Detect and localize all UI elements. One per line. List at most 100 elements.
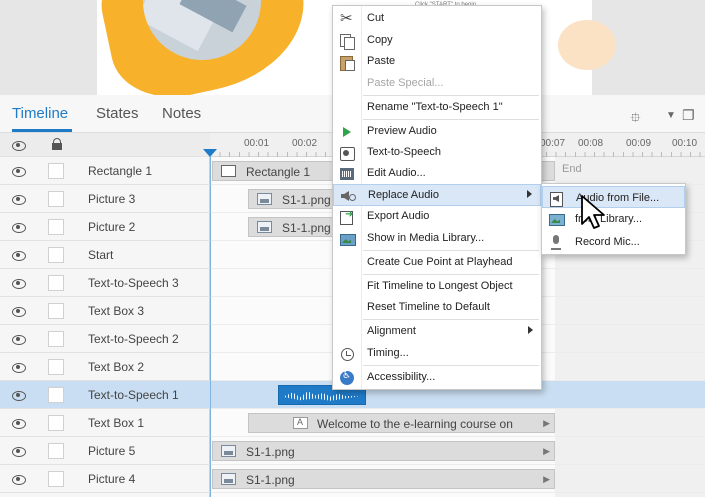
stage-decorative-blob: [558, 20, 616, 70]
align-icon[interactable]: ⯐: [630, 107, 641, 131]
menu-separator: [363, 365, 539, 366]
menu-item-create-cue-point[interactable]: Create Cue Point at Playhead: [333, 252, 541, 274]
bar-label: S1-1.png: [282, 193, 331, 207]
menu-item-text-to-speech[interactable]: Text-to-Speech: [333, 142, 541, 164]
clipboard-icon: [339, 54, 355, 71]
layer-row[interactable]: Text-to-Speech 2: [0, 325, 210, 353]
speaker-icon: [340, 188, 356, 204]
bar-label: S1-1.png: [246, 445, 295, 459]
lock-checkbox[interactable]: [48, 331, 64, 347]
layer-row[interactable]: Picture 2: [0, 213, 210, 241]
lock-checkbox[interactable]: [48, 219, 64, 235]
timeline-row: Welcome to the e-learning course on ▶: [210, 409, 705, 437]
eye-icon[interactable]: [12, 361, 26, 373]
chevron-right-icon: ▶: [543, 446, 550, 456]
layer-row[interactable]: Picture 3: [0, 185, 210, 213]
layer-name: Picture 4: [88, 472, 136, 486]
layer-row[interactable]: Text Box 2: [0, 353, 210, 381]
menu-item-accessibility[interactable]: Accessibility...: [333, 367, 541, 389]
lock-checkbox[interactable]: [48, 163, 64, 179]
chevron-down-icon[interactable]: ▼: [666, 110, 676, 121]
eye-icon[interactable]: [12, 333, 26, 345]
playhead-handle[interactable]: [203, 149, 217, 157]
menu-separator: [363, 95, 539, 96]
tab-states[interactable]: States: [96, 105, 139, 122]
chevron-right-icon: ▶: [543, 474, 550, 484]
replace-audio-submenu: Audio from File... from Library... Recor…: [541, 183, 686, 255]
layer-row[interactable]: Text Box 3: [0, 297, 210, 325]
submenu-item-record-mic[interactable]: Record Mic...: [542, 231, 685, 253]
eye-icon[interactable]: [12, 221, 26, 233]
eye-icon[interactable]: [12, 193, 26, 205]
menu-item-replace-audio[interactable]: Replace Audio: [333, 184, 541, 206]
submenu-item-from-library[interactable]: from Library...: [542, 208, 685, 230]
layer-name: Text Box 3: [88, 304, 145, 318]
lock-checkbox[interactable]: [48, 303, 64, 319]
menu-item-copy[interactable]: Copy: [333, 30, 541, 52]
layer-row-selected[interactable]: Text-to-Speech 1: [0, 381, 210, 409]
layers-panel: Rectangle 1 Picture 3 Picture 2 Start Te…: [0, 133, 210, 497]
layer-name: Text Box 1: [88, 416, 145, 430]
lock-icon[interactable]: [52, 138, 62, 150]
text-box-icon: [293, 417, 308, 429]
lock-checkbox[interactable]: [48, 443, 64, 459]
layer-row[interactable]: Text Box 1: [0, 409, 210, 437]
menu-item-alignment[interactable]: Alignment: [333, 321, 541, 343]
lock-checkbox[interactable]: [48, 387, 64, 403]
submenu-item-audio-from-file[interactable]: Audio from File...: [542, 186, 685, 208]
layer-row[interactable]: Start: [0, 241, 210, 269]
layer-name: Picture 3: [88, 192, 136, 206]
submenu-arrow-icon: [527, 190, 532, 198]
menu-item-paste-special: Paste Special...: [367, 77, 444, 89]
tab-notes[interactable]: Notes: [162, 105, 201, 122]
lock-checkbox[interactable]: [48, 415, 64, 431]
eye-icon[interactable]: [12, 389, 26, 401]
image-icon: [257, 193, 272, 205]
clock-icon: [339, 346, 355, 362]
menu-item-export-audio[interactable]: Export Audio: [333, 206, 541, 228]
menu-item-fit-timeline[interactable]: Fit Timeline to Longest Object: [333, 276, 541, 298]
audio-file-icon: [549, 190, 565, 207]
lock-checkbox[interactable]: [48, 359, 64, 375]
lock-checkbox[interactable]: [48, 191, 64, 207]
restore-panel-icon[interactable]: ❐: [682, 107, 695, 124]
media-library-icon: [548, 211, 565, 227]
text-to-speech-icon: [339, 145, 355, 161]
menu-item-preview-audio[interactable]: Preview Audio: [333, 121, 541, 143]
eye-icon[interactable]: [12, 277, 26, 289]
menu-item-reset-timeline[interactable]: Reset Timeline to Default: [333, 297, 541, 319]
menu-item-edit-audio[interactable]: Edit Audio...: [333, 163, 541, 185]
lock-checkbox[interactable]: [48, 247, 64, 263]
context-menu: Cut Copy Paste Paste Special... Rename "…: [332, 5, 542, 390]
tab-timeline[interactable]: Timeline: [12, 105, 68, 122]
timeline-bar-text-box-1[interactable]: Welcome to the e-learning course on ▶: [248, 413, 555, 433]
layer-row[interactable]: Picture 4: [0, 465, 210, 493]
timeline-bar-picture-4[interactable]: S1-1.png ▶: [212, 469, 555, 489]
bar-label: S1-1.png: [246, 473, 295, 487]
image-icon: [221, 473, 236, 485]
eye-icon[interactable]: [12, 305, 26, 317]
eye-icon[interactable]: [12, 445, 26, 457]
eye-icon[interactable]: [12, 165, 26, 177]
eye-icon[interactable]: [12, 417, 26, 429]
eye-icon[interactable]: [12, 139, 26, 151]
layer-name: Start: [88, 248, 114, 262]
timeline-bar-picture-5[interactable]: S1-1.png ▶: [212, 441, 555, 461]
submenu-arrow-icon: [528, 326, 533, 334]
layer-row[interactable]: Rectangle 1: [0, 157, 210, 185]
lock-checkbox[interactable]: [48, 275, 64, 291]
layer-row[interactable]: Text-to-Speech 3: [0, 269, 210, 297]
menu-item-show-in-media-library[interactable]: Show in Media Library...: [333, 228, 541, 250]
eye-icon[interactable]: [12, 249, 26, 261]
menu-item-cut[interactable]: Cut: [333, 8, 541, 30]
ruler-tick: 00:02: [292, 138, 318, 149]
copy-icon: [339, 33, 355, 50]
menu-item-timing[interactable]: Timing...: [333, 343, 541, 365]
menu-item-paste[interactable]: Paste: [333, 51, 541, 73]
eye-icon[interactable]: [12, 473, 26, 485]
lock-checkbox[interactable]: [48, 471, 64, 487]
layer-row[interactable]: Picture 5: [0, 437, 210, 465]
rectangle-icon: [221, 165, 236, 177]
ruler-tick: 00:01: [244, 138, 270, 149]
menu-item-rename[interactable]: Rename "Text-to-Speech 1": [333, 97, 541, 119]
